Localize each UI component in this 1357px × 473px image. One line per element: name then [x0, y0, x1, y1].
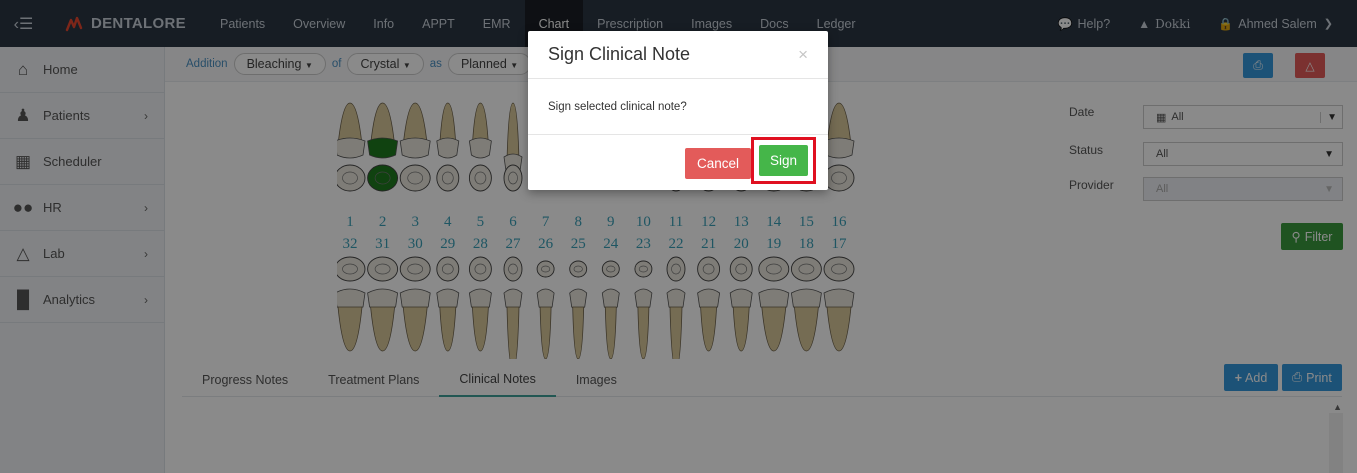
sign-button[interactable]: Sign — [759, 145, 808, 176]
sign-button-highlight: Sign — [751, 137, 816, 184]
modal-message: Sign selected clinical note? — [548, 100, 687, 113]
cancel-button[interactable]: Cancel — [685, 148, 751, 179]
close-icon[interactable]: × — [798, 45, 808, 65]
modal-header: Sign Clinical Note × — [528, 31, 828, 79]
modal-title: Sign Clinical Note — [548, 44, 691, 64]
modal-body: Sign selected clinical note? — [528, 79, 828, 135]
